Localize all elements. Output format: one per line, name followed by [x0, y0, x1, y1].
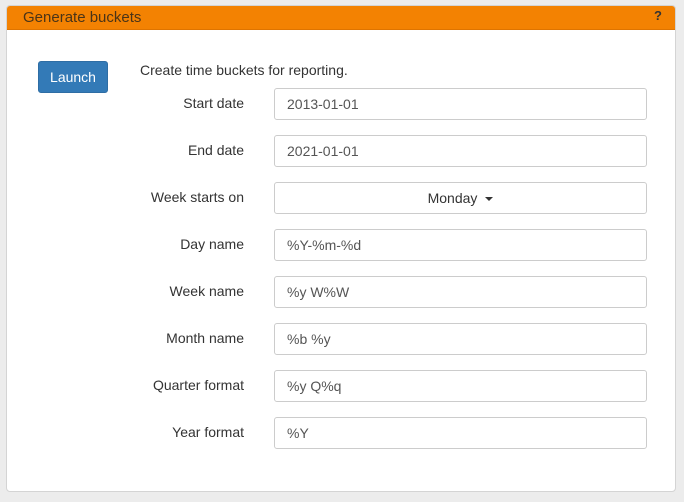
end-date-label: End date: [187, 142, 244, 158]
description-text: Create time buckets for reporting.: [140, 62, 348, 78]
panel-title: Generate buckets: [23, 9, 142, 26]
quarter-format-input[interactable]: [274, 370, 647, 402]
help-icon[interactable]: ?: [654, 8, 662, 23]
start-date-input[interactable]: [274, 88, 647, 120]
start-date-label: Start date: [183, 95, 244, 111]
month-name-input[interactable]: [274, 323, 647, 355]
day-name-label: Day name: [180, 236, 244, 252]
week-start-row: Week starts on Monday: [7, 182, 675, 214]
year-format-label: Year format: [172, 424, 244, 440]
week-name-label: Week name: [169, 283, 244, 299]
week-name-input[interactable]: [274, 276, 647, 308]
start-date-row: Start date: [7, 88, 675, 120]
month-name-row: Month name: [7, 323, 675, 355]
week-name-row: Week name: [7, 276, 675, 308]
quarter-format-row: Quarter format: [7, 370, 675, 402]
day-name-row: Day name: [7, 229, 675, 261]
quarter-format-label: Quarter format: [152, 377, 244, 393]
month-name-label: Month name: [166, 330, 244, 346]
year-format-input[interactable]: [274, 417, 647, 449]
day-name-input[interactable]: [274, 229, 647, 261]
year-format-row: Year format: [7, 417, 675, 449]
week-start-label: Week starts on: [150, 189, 244, 205]
week-start-dropdown[interactable]: Monday: [274, 182, 647, 214]
panel-header: Generate buckets ?: [7, 6, 675, 30]
week-start-value: Monday: [427, 190, 478, 206]
generate-buckets-panel: Generate buckets ? Launch Create time bu…: [6, 5, 676, 492]
end-date-input[interactable]: [274, 135, 647, 167]
caret-down-icon: [485, 197, 494, 202]
end-date-row: End date: [7, 135, 675, 167]
